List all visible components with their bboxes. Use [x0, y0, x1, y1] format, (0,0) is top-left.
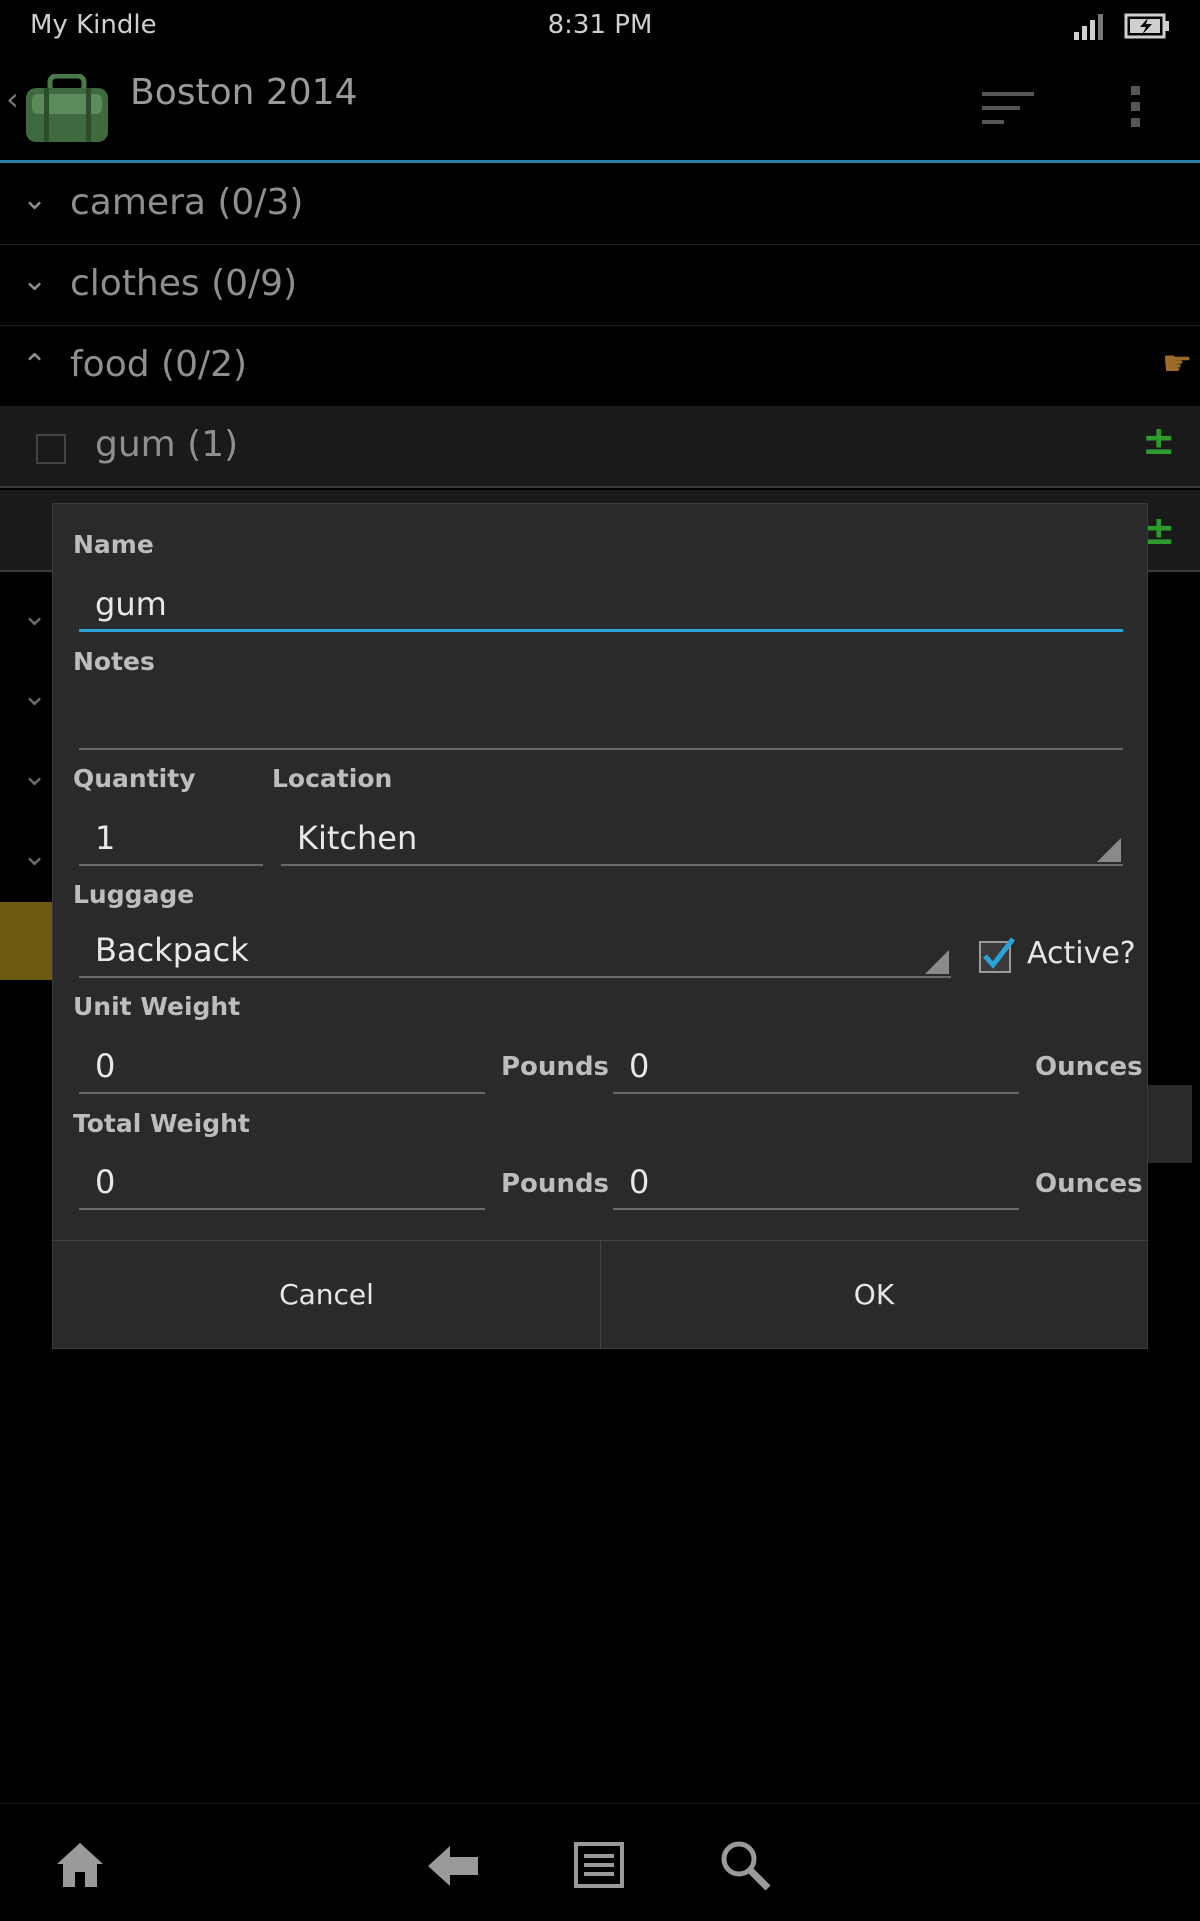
- chevron-down-icon: ⌄: [22, 263, 48, 298]
- location-spinner[interactable]: Kitchen: [281, 810, 1123, 866]
- up-navigation-button[interactable]: ‹: [0, 50, 120, 160]
- chevron-down-icon: ⌄: [22, 838, 48, 873]
- notes-field[interactable]: [79, 694, 1123, 750]
- active-checkbox[interactable]: Active?: [977, 932, 1137, 982]
- menu-icon[interactable]: [574, 1842, 624, 1888]
- location-value: Kitchen: [297, 819, 418, 857]
- unit-weight-pounds-label: Pounds: [501, 1052, 610, 1082]
- search-icon[interactable]: [718, 1838, 772, 1892]
- category-row-camera[interactable]: ⌄ camera (0/3): [0, 164, 1200, 245]
- status-bar: My Kindle 8:31 PM: [0, 0, 1200, 50]
- category-label: food (0/2): [70, 344, 248, 385]
- chevron-down-icon: ⌄: [22, 598, 48, 633]
- cancel-button[interactable]: Cancel: [53, 1241, 600, 1349]
- trip-title: Boston 2014: [130, 72, 358, 113]
- quantity-label: Quantity: [73, 764, 196, 793]
- clock: 8:31 PM: [547, 10, 653, 40]
- edit-item-dialog: Name gum Notes Quantity Location 1 Kitch…: [52, 503, 1148, 1349]
- plus-minus-icon[interactable]: ±: [1142, 418, 1176, 464]
- chevron-down-icon: ⌄: [22, 182, 48, 217]
- chevron-down-icon: ⌄: [22, 758, 48, 793]
- luggage-spinner[interactable]: Backpack: [79, 922, 951, 978]
- category-label: camera (0/3): [70, 182, 304, 223]
- pointing-hand-icon: ☛: [1162, 344, 1193, 384]
- list-background-left: ⌄ ⌄ ⌄ ⌄: [0, 580, 52, 1080]
- category-row-food[interactable]: ⌃ food (0/2) ☛: [0, 326, 1200, 407]
- signal-icon: [1074, 14, 1103, 40]
- chevron-up-icon: ⌃: [22, 348, 48, 383]
- unit-weight-ounces-label: Ounces: [1035, 1052, 1143, 1082]
- notes-label: Notes: [73, 647, 155, 676]
- ok-button[interactable]: OK: [601, 1241, 1147, 1349]
- luggage-value: Backpack: [95, 931, 249, 969]
- unit-weight-pounds-field[interactable]: 0: [79, 1038, 485, 1094]
- home-icon[interactable]: [54, 1840, 106, 1890]
- total-weight-ounces-field[interactable]: 0: [613, 1154, 1019, 1210]
- name-label: Name: [73, 530, 154, 559]
- dropdown-triangle-icon: [925, 950, 949, 974]
- back-arrow-icon[interactable]: [426, 1844, 480, 1888]
- total-weight-label: Total Weight: [73, 1109, 250, 1138]
- quantity-field[interactable]: 1: [79, 810, 263, 866]
- chevron-left-icon: ‹: [6, 80, 19, 118]
- item-checkbox[interactable]: [36, 434, 66, 464]
- active-label: Active?: [1027, 936, 1136, 971]
- dropdown-triangle-icon: [1097, 838, 1121, 862]
- name-field[interactable]: gum: [79, 576, 1123, 632]
- unit-weight-ounces-field[interactable]: 0: [613, 1038, 1019, 1094]
- luggage-label: Luggage: [73, 880, 195, 909]
- checkbox-checked-icon: [979, 937, 1015, 973]
- luggage-app-icon: [26, 74, 108, 142]
- highlighted-row-edge: [0, 902, 52, 980]
- unit-weight-label: Unit Weight: [73, 992, 241, 1021]
- sort-icon[interactable]: [980, 88, 1036, 128]
- location-label: Location: [272, 764, 393, 793]
- total-weight-pounds-label: Pounds: [501, 1169, 610, 1199]
- total-weight-pounds-field[interactable]: 0: [79, 1154, 485, 1210]
- category-label: clothes (0/9): [70, 263, 298, 304]
- category-row-clothes[interactable]: ⌄ clothes (0/9): [0, 245, 1200, 326]
- system-nav-bar: [0, 1803, 1200, 1921]
- add-item-button-edge: [1148, 1085, 1192, 1163]
- total-weight-ounces-label: Ounces: [1035, 1169, 1143, 1199]
- item-label: gum (1): [95, 424, 239, 465]
- chevron-down-icon: ⌄: [22, 678, 48, 713]
- battery-charging-icon: [1124, 13, 1169, 39]
- item-row-gum[interactable]: gum (1) ±: [0, 406, 1200, 488]
- action-bar: ‹ Boston 2014: [0, 50, 1200, 163]
- overflow-menu-icon[interactable]: [1126, 84, 1146, 130]
